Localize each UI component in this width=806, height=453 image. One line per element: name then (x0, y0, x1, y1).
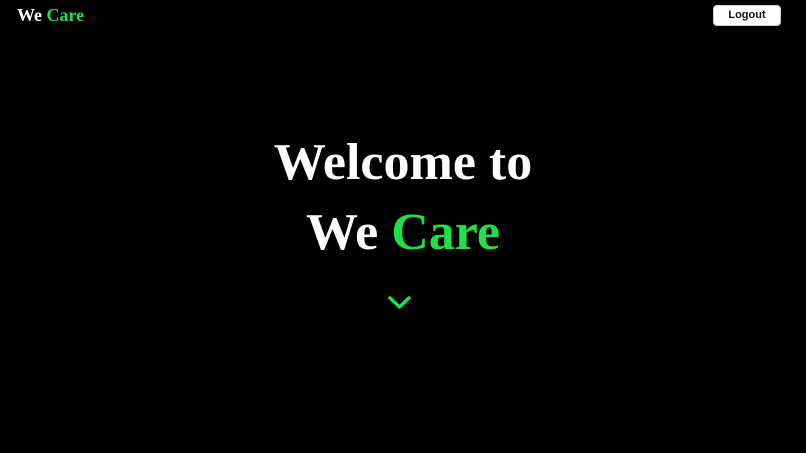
hero-word-we: We (306, 204, 379, 261)
logout-button[interactable]: Logout (713, 5, 781, 26)
navbar: We Care Logout (0, 0, 806, 30)
brand-word-we: We (17, 5, 42, 25)
hero-heading-line2: We Care (0, 203, 806, 263)
brand-word-care: Care (46, 5, 85, 25)
brand-logo[interactable]: We Care (17, 4, 84, 26)
hero-word-care: Care (391, 204, 500, 261)
hero-heading-line1: Welcome to (273, 134, 533, 191)
chevron-down-icon[interactable] (387, 294, 412, 312)
